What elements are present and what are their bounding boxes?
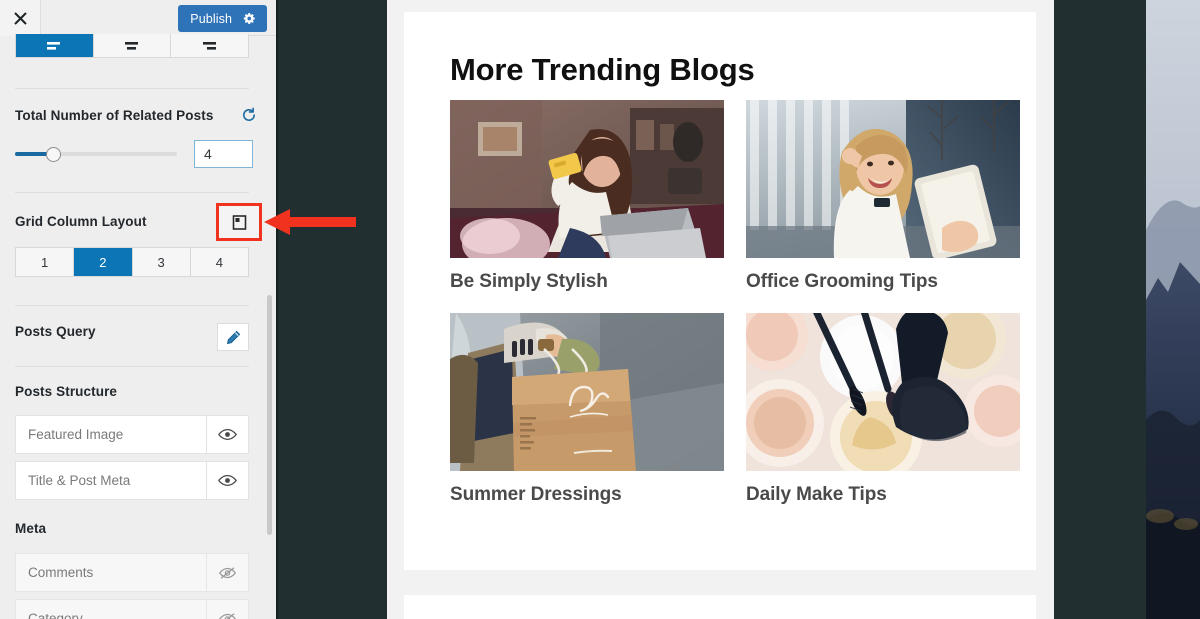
meta-row-category[interactable]: Category <box>15 599 249 619</box>
eye-icon[interactable] <box>206 462 248 499</box>
related-posts-grid: Be Simply Stylish Office Grooming Tips S… <box>450 100 1020 506</box>
site-preview: More Trending Blogs Be Simply Stylish Of… <box>387 0 1054 619</box>
grid-column-count-group: 1 2 3 4 <box>15 247 249 277</box>
grid-column-option-2[interactable]: 2 <box>74 248 133 276</box>
meta-row-label: Category <box>28 611 83 619</box>
annotation-arrow <box>264 209 356 235</box>
eye-slash-icon[interactable] <box>206 600 248 619</box>
desktop-wallpaper <box>1146 0 1200 619</box>
post-card[interactable]: Daily Make Tips <box>746 313 1020 506</box>
sidebar-header: Publish <box>0 0 276 36</box>
post-thumbnail-woman-on-phone-with-tablet[interactable] <box>746 100 1020 258</box>
post-card[interactable]: Office Grooming Tips <box>746 100 1020 293</box>
post-thumbnail-hand-holding-henry-shopping-bag[interactable] <box>450 313 724 471</box>
post-thumbnail-woman-with-credit-card-and-laptop[interactable] <box>450 100 724 258</box>
structure-row-label: Featured Image <box>28 427 124 442</box>
post-title[interactable]: Office Grooming Tips <box>746 271 1020 293</box>
desktop-dark-panel <box>1054 0 1146 619</box>
customizer-sidebar: Publish Total Number of Related Posts 4 … <box>0 0 276 619</box>
grid-column-option-4[interactable]: 4 <box>191 248 248 276</box>
align-left-button[interactable] <box>16 34 94 57</box>
publish-button[interactable]: Publish <box>178 5 267 32</box>
posts-query-label: Posts Query <box>15 324 96 339</box>
alignment-button-group <box>15 34 249 58</box>
divider <box>15 192 249 193</box>
post-title[interactable]: Daily Make Tips <box>746 484 1020 506</box>
grid-column-layout-label: Grid Column Layout <box>15 214 147 229</box>
post-card[interactable]: Be Simply Stylish <box>450 100 724 293</box>
slider-thumb[interactable] <box>46 147 61 162</box>
gear-icon[interactable] <box>243 12 256 25</box>
post-title[interactable]: Summer Dressings <box>450 484 724 506</box>
meta-row-comments[interactable]: Comments <box>15 553 249 592</box>
pencil-edit-icon <box>226 330 240 344</box>
divider <box>15 366 249 367</box>
structure-row-featured-image[interactable]: Featured Image <box>15 415 249 454</box>
reset-icon[interactable] <box>241 107 257 123</box>
structure-row-title-post-meta[interactable]: Title & Post Meta <box>15 461 249 500</box>
meta-label: Meta <box>15 521 47 536</box>
align-right-button[interactable] <box>171 34 248 57</box>
divider <box>15 305 249 306</box>
sidebar-scrollbar[interactable] <box>267 295 272 535</box>
gutter-edge <box>276 0 278 619</box>
align-center-button[interactable] <box>94 34 172 57</box>
related-posts-value-input[interactable] <box>194 140 253 168</box>
divider <box>15 88 249 89</box>
page-title: More Trending Blogs <box>450 52 755 87</box>
screen: Publish Total Number of Related Posts 4 … <box>0 0 1200 619</box>
close-icon[interactable] <box>0 0 41 36</box>
grid-column-option-1[interactable]: 1 <box>16 248 75 276</box>
post-title[interactable]: Be Simply Stylish <box>450 271 724 293</box>
related-posts-slider[interactable] <box>15 146 177 162</box>
eye-icon[interactable] <box>206 416 248 453</box>
preview-next-card <box>404 595 1036 619</box>
posts-query-edit-button[interactable] <box>217 323 249 351</box>
responsive-device-icon <box>232 214 246 230</box>
grid-column-option-3[interactable]: 3 <box>133 248 191 276</box>
related-posts-label: Total Number of Related Posts <box>15 108 214 123</box>
eye-slash-icon[interactable] <box>206 554 248 591</box>
customizer-dark-gutter <box>276 0 387 619</box>
post-card[interactable]: Summer Dressings <box>450 313 724 506</box>
responsive-device-toggle[interactable] <box>216 203 262 241</box>
post-thumbnail-makeup-powders-and-brushes[interactable] <box>746 313 1020 471</box>
structure-row-label: Title & Post Meta <box>28 473 131 488</box>
meta-row-label: Comments <box>28 565 94 580</box>
preview-card: More Trending Blogs Be Simply Stylish Of… <box>404 12 1036 570</box>
publish-button-label: Publish <box>190 11 232 26</box>
posts-structure-label: Posts Structure <box>15 384 118 399</box>
